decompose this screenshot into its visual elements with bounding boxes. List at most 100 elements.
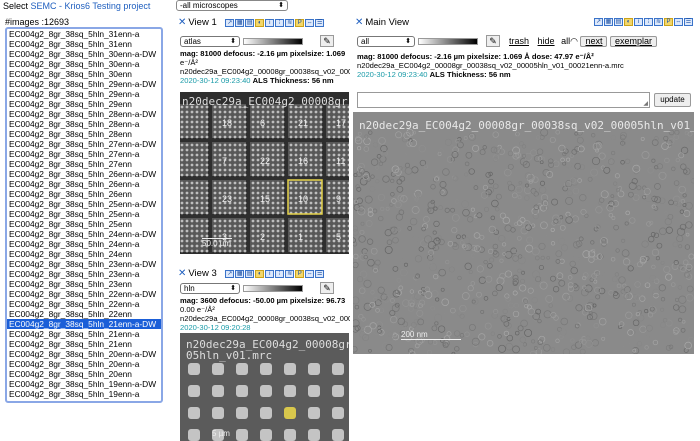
list-item[interactable]: EC004g2_8gr_38sq_5hln_29enn-a bbox=[7, 89, 161, 99]
fft-icon[interactable]: ⁞ bbox=[644, 18, 653, 26]
list-item[interactable]: EC004g2_8gr_38sq_5hln_21enn-a-DW bbox=[7, 319, 161, 329]
scale-icon[interactable]: ⇔ bbox=[305, 269, 315, 278]
project-link[interactable]: SEMC - Krios6 Testing project bbox=[31, 1, 151, 11]
list-item[interactable]: EC004g2_8gr_38sq_5hln_25enn-a bbox=[7, 209, 161, 219]
menu-icon[interactable]: ☰ bbox=[315, 18, 325, 27]
list-item[interactable]: EC004g2_8gr_38sq_5hln_25enn-a-DW bbox=[7, 199, 161, 209]
view1-contrast-slider[interactable] bbox=[243, 38, 303, 45]
pick-icon[interactable]: P bbox=[295, 18, 305, 27]
list-item[interactable]: EC004g2_8gr_38sq_5hln_27enn-a-DW bbox=[7, 139, 161, 149]
pencil-icon[interactable]: ✎ bbox=[486, 35, 500, 47]
zoom-icon[interactable]: ↗ bbox=[225, 269, 235, 278]
ctf-icon[interactable]: ≋ bbox=[285, 269, 295, 278]
menu-icon[interactable]: ☰ bbox=[684, 18, 693, 26]
list-item[interactable]: EC004g2_8gr_38sq_5hln_20enn-a bbox=[7, 359, 161, 369]
list-item[interactable]: EC004g2_8gr_38sq_5hln_19enn-a bbox=[7, 389, 161, 399]
list-item[interactable]: EC004g2_8gr_38sq_5hln_29enn bbox=[7, 99, 161, 109]
info-icon[interactable]: i bbox=[634, 18, 643, 26]
list-item[interactable]: EC004g2_8gr_38sq_5hln_27enn bbox=[7, 159, 161, 169]
list-item[interactable]: EC004g2_8gr_38sq_5hln_26enn-a bbox=[7, 179, 161, 189]
view3-preset-select[interactable]: hln ⬍ bbox=[180, 283, 240, 294]
main-micrograph[interactable]: n20dec29a_EC004g2_00008gr_00038sq_v02_00… bbox=[353, 112, 694, 354]
trash-button[interactable]: trash bbox=[509, 36, 529, 46]
list-item[interactable]: EC004g2_8gr_38sq_5hln_30enn-a-DW bbox=[7, 49, 161, 59]
list-item[interactable]: EC004g2_8gr_38sq_5hln_19enn-a-DW bbox=[7, 379, 161, 389]
menu-icon[interactable]: ☰ bbox=[315, 269, 325, 278]
list-item[interactable]: EC004g2_8gr_38sq_5hln_30enn-a bbox=[7, 59, 161, 69]
exemplar-button[interactable]: exemplar bbox=[609, 36, 657, 47]
hide-button[interactable]: hide bbox=[538, 36, 555, 46]
list-item[interactable]: EC004g2_8gr_38sq_5hln_23enn bbox=[7, 279, 161, 289]
main-contrast-slider[interactable] bbox=[418, 38, 478, 45]
list-item[interactable]: EC004g2_8gr_38sq_5hln_19enn bbox=[7, 399, 161, 401]
list-item[interactable]: EC004g2_8gr_38sq_5hln_28enn bbox=[7, 129, 161, 139]
contrast-icon[interactable]: ◐ bbox=[255, 18, 265, 27]
list-item[interactable]: EC004g2_8gr_38sq_5hln_25enn bbox=[7, 219, 161, 229]
list-item[interactable]: EC004g2_8gr_38sq_5hln_20enn bbox=[7, 369, 161, 379]
pencil-icon[interactable]: ✎ bbox=[320, 282, 334, 294]
fft-icon[interactable]: ⁞ bbox=[275, 18, 285, 27]
hole-dot bbox=[238, 158, 242, 162]
scale-icon[interactable]: ⇔ bbox=[305, 18, 315, 27]
list-item[interactable]: EC004g2_8gr_38sq_5hln_31enn-a bbox=[7, 29, 161, 39]
hole-dot bbox=[251, 186, 255, 190]
list-item[interactable]: EC004g2_8gr_38sq_5hln_23enn-a-DW bbox=[7, 259, 161, 269]
close-icon[interactable]: ✕ bbox=[178, 17, 186, 28]
list-item[interactable]: EC004g2_8gr_38sq_5hln_24enn-a bbox=[7, 239, 161, 249]
layers-icon[interactable]: ▦ bbox=[235, 269, 245, 278]
close-icon[interactable]: ✕ bbox=[178, 268, 186, 279]
particle bbox=[521, 270, 525, 275]
filter-icon[interactable]: ▤ bbox=[245, 18, 255, 27]
info-icon[interactable]: i bbox=[265, 18, 275, 27]
list-item[interactable]: EC004g2_8gr_38sq_5hln_21enn-a bbox=[7, 329, 161, 339]
main-preset-select[interactable]: all ⬍ bbox=[357, 36, 415, 47]
filter-icon[interactable]: ▤ bbox=[614, 18, 623, 26]
pencil-icon[interactable]: ✎ bbox=[320, 35, 334, 47]
info-icon[interactable]: i bbox=[265, 269, 275, 278]
list-item[interactable]: EC004g2_8gr_38sq_5hln_23enn-a bbox=[7, 269, 161, 279]
list-item[interactable]: EC004g2_8gr_38sq_5hln_20enn-a-DW bbox=[7, 349, 161, 359]
list-item[interactable]: EC004g2_8gr_38sq_5hln_22enn-a bbox=[7, 299, 161, 309]
image-list[interactable]: EC004g2_8gr_38sq_5hln_31enn-a EC004g2_8gr… bbox=[5, 27, 163, 403]
list-item[interactable]: EC004g2_8gr_38sq_5hln_29enn-a-DW bbox=[7, 79, 161, 89]
list-item[interactable]: EC004g2_8gr_38sq_5hln_21enn bbox=[7, 339, 161, 349]
filter-icon[interactable]: ▤ bbox=[245, 269, 255, 278]
view1-preset-select[interactable]: atlas ⬍ bbox=[180, 36, 240, 47]
list-item[interactable]: EC004g2_8gr_38sq_5hln_31enn bbox=[7, 39, 161, 49]
zoom-icon[interactable]: ↗ bbox=[225, 18, 235, 27]
hole-image[interactable]: n20dec29a_EC004g2_00008gr_ 05hln_v01.mrc… bbox=[180, 333, 349, 441]
layers-icon[interactable]: ▦ bbox=[235, 18, 245, 27]
list-item[interactable]: EC004g2_8gr_38sq_5hln_22enn-a-DW bbox=[7, 289, 161, 299]
list-item[interactable]: EC004g2_8gr_38sq_5hln_28enn-a-DW bbox=[7, 109, 161, 119]
all-toggle[interactable]: ◠ bbox=[570, 36, 578, 46]
ctf-icon[interactable]: ≋ bbox=[654, 18, 663, 26]
fft-icon[interactable]: ⁞ bbox=[275, 269, 285, 278]
comment-input[interactable]: ◢ bbox=[357, 92, 650, 108]
list-item[interactable]: EC004g2_8gr_38sq_5hln_22enn bbox=[7, 309, 161, 319]
ctf-icon[interactable]: ≋ bbox=[285, 18, 295, 27]
contrast-icon[interactable]: ◐ bbox=[255, 269, 265, 278]
list-item[interactable]: EC004g2_8gr_38sq_5hln_26enn-a-DW bbox=[7, 169, 161, 179]
list-item[interactable]: EC004g2_8gr_38sq_5hln_26enn bbox=[7, 189, 161, 199]
next-button[interactable]: next bbox=[580, 36, 608, 47]
layers-icon[interactable]: ▦ bbox=[604, 18, 613, 26]
atlas-image[interactable]: 18 6 21 17 7 22 16 11 23 15 10 9 3 2 1 5 n20dec29a_EC00… bbox=[180, 92, 349, 254]
hole-dot bbox=[233, 130, 237, 134]
microscope-select[interactable]: -all microscopes ⬍ bbox=[176, 0, 288, 11]
scale-icon[interactable]: ⇔ bbox=[674, 18, 683, 26]
close-icon[interactable]: ✕ bbox=[355, 17, 363, 28]
zoom-icon[interactable]: ↗ bbox=[594, 18, 603, 26]
hole-dot bbox=[256, 153, 260, 157]
list-item[interactable]: EC004g2_8gr_38sq_5hln_27enn-a bbox=[7, 149, 161, 159]
list-item[interactable]: EC004g2_8gr_38sq_5hln_24enn-a-DW bbox=[7, 229, 161, 239]
view3-contrast-slider[interactable] bbox=[243, 285, 303, 292]
resize-handle-icon[interactable]: ◢ bbox=[643, 100, 648, 107]
list-item[interactable]: EC004g2_8gr_38sq_5hln_28enn-a bbox=[7, 119, 161, 129]
contrast-icon[interactable]: ◐ bbox=[624, 18, 633, 26]
list-item[interactable]: EC004g2_8gr_38sq_5hln_30enn bbox=[7, 69, 161, 79]
pick-icon[interactable]: P bbox=[295, 269, 305, 278]
list-item[interactable]: EC004g2_8gr_38sq_5hln_24enn bbox=[7, 249, 161, 259]
hole-dot bbox=[319, 135, 323, 139]
pick-icon[interactable]: P bbox=[664, 18, 673, 26]
update-button[interactable]: update bbox=[654, 93, 691, 107]
